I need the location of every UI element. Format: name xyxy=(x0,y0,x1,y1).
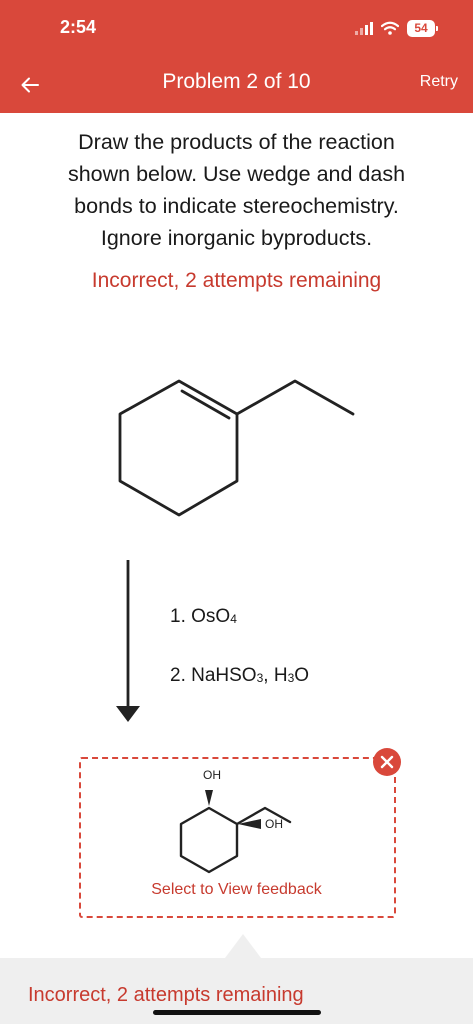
subscript: 3 xyxy=(287,671,295,685)
signal-icon xyxy=(355,21,373,35)
attempt-status: Incorrect, 2 attempts remaining xyxy=(91,269,382,292)
status-time: 2:54 xyxy=(60,17,97,37)
reagent-text: , H xyxy=(263,665,288,686)
reagent-step-1: 1. OsO4 xyxy=(170,606,237,628)
page-title: Problem 2 of 10 xyxy=(162,70,311,93)
subscript: 3 xyxy=(256,671,264,685)
step-number: 1. xyxy=(170,606,192,627)
step-number: 2. xyxy=(170,665,192,686)
home-indicator xyxy=(153,1010,321,1015)
question-line: Ignore inorganic byproducts. xyxy=(100,226,373,250)
question-line: Draw the products of the reaction xyxy=(78,130,395,154)
reagent-text: O xyxy=(294,665,310,686)
reaction-arrow xyxy=(116,560,140,722)
reagent-step-2: 2. NaHSO3, H3O xyxy=(170,665,309,687)
close-icon xyxy=(380,755,394,769)
reagent-text: NaHSO xyxy=(191,665,257,686)
retry-button[interactable]: Retry xyxy=(420,73,458,91)
reactant-molecule xyxy=(118,379,355,517)
remove-answer-button[interactable] xyxy=(373,748,401,776)
question-line: bonds to indicate stereochemistry. xyxy=(74,194,399,218)
footer-message: Incorrect, 2 attempts remaining xyxy=(28,984,304,1006)
oh-label-right: OH xyxy=(265,817,283,831)
view-feedback-link[interactable]: Select to View feedback xyxy=(0,881,473,899)
subscript: 4 xyxy=(230,612,237,626)
oh-label-top: OH xyxy=(203,768,221,782)
question-line: shown below. Use wedge and dash xyxy=(67,162,406,186)
app-header: 2:54 54 Problem 2 of 10 Retry xyxy=(0,0,473,113)
question-text: Draw the products of the reaction shown … xyxy=(20,126,453,254)
footer-pointer xyxy=(225,934,261,958)
wifi-icon xyxy=(381,21,399,35)
reagent-text: OsO xyxy=(191,606,231,627)
status-icons: 54 xyxy=(355,18,438,38)
battery-icon: 54 xyxy=(407,19,438,37)
